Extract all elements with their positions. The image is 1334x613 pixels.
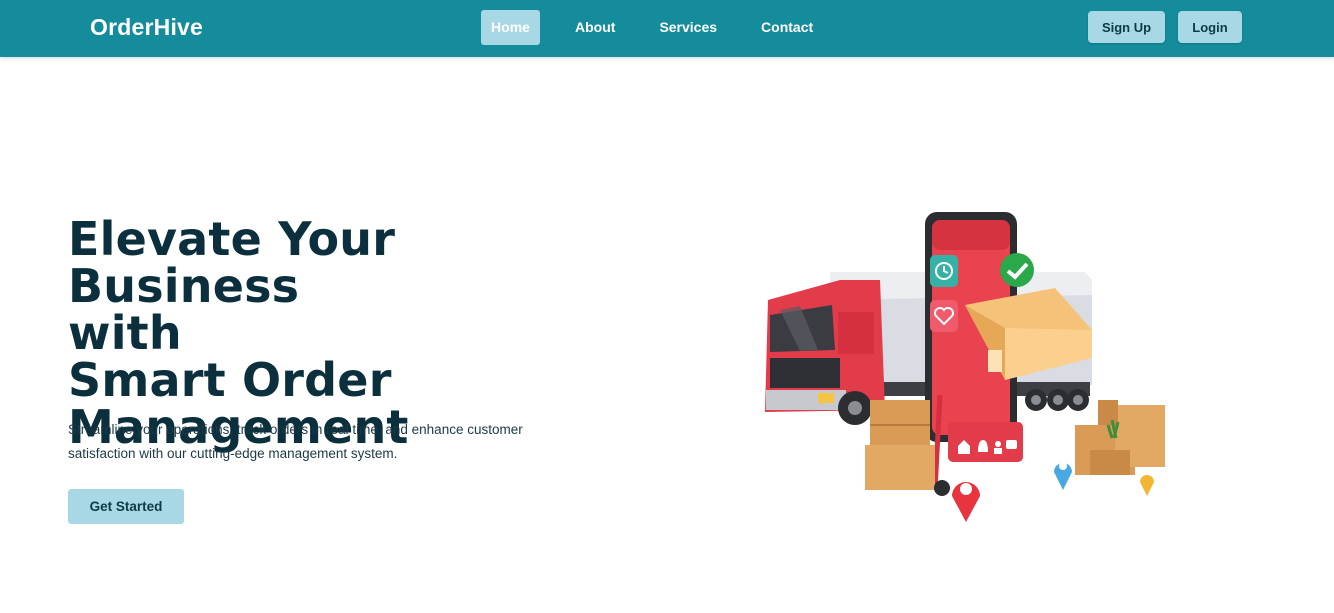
hero-subtitle-line: Streamline your operations, track orders… <box>68 422 523 437</box>
nav-link-about[interactable]: About <box>566 10 624 45</box>
location-pin-icon <box>1054 462 1072 490</box>
package-boxes-illustration <box>1075 400 1165 475</box>
clock-icon <box>930 255 958 287</box>
hero-subtitle: Streamline your operations, track orders… <box>68 418 568 466</box>
wheel-icon <box>838 391 872 425</box>
location-pin-icon <box>1140 475 1154 496</box>
login-button[interactable]: Login <box>1178 11 1242 43</box>
location-pin-icon <box>952 482 980 522</box>
hero-title-line: Elevate Your Business <box>68 212 396 313</box>
top-navbar: OrderHive Home About Services Contact Si… <box>0 0 1334 57</box>
delivery-truck-illustration <box>765 212 1165 522</box>
hero-title: Elevate Your Business with Smart Order M… <box>68 216 628 451</box>
app-dock <box>948 422 1023 462</box>
nav-link-services[interactable]: Services <box>650 10 726 45</box>
sign-up-button[interactable]: Sign Up <box>1088 11 1165 43</box>
nav-link-home[interactable]: Home <box>481 10 540 45</box>
main-nav: Home About Services Contact <box>481 10 822 45</box>
hand-truck-illustration <box>865 394 950 496</box>
check-badge-icon <box>1000 253 1034 287</box>
wheel-icon <box>1025 389 1089 411</box>
nav-link-contact[interactable]: Contact <box>752 10 822 45</box>
hero-title-line: Smart Order <box>68 353 392 407</box>
chat-icon <box>1006 440 1017 449</box>
get-started-button[interactable]: Get Started <box>68 489 184 524</box>
hero-subtitle-line: satisfaction with our cutting-edge manag… <box>68 446 398 461</box>
brand-logo[interactable]: OrderHive <box>90 14 203 41</box>
hero-title-line: with <box>68 306 182 360</box>
heart-icon <box>930 300 958 332</box>
